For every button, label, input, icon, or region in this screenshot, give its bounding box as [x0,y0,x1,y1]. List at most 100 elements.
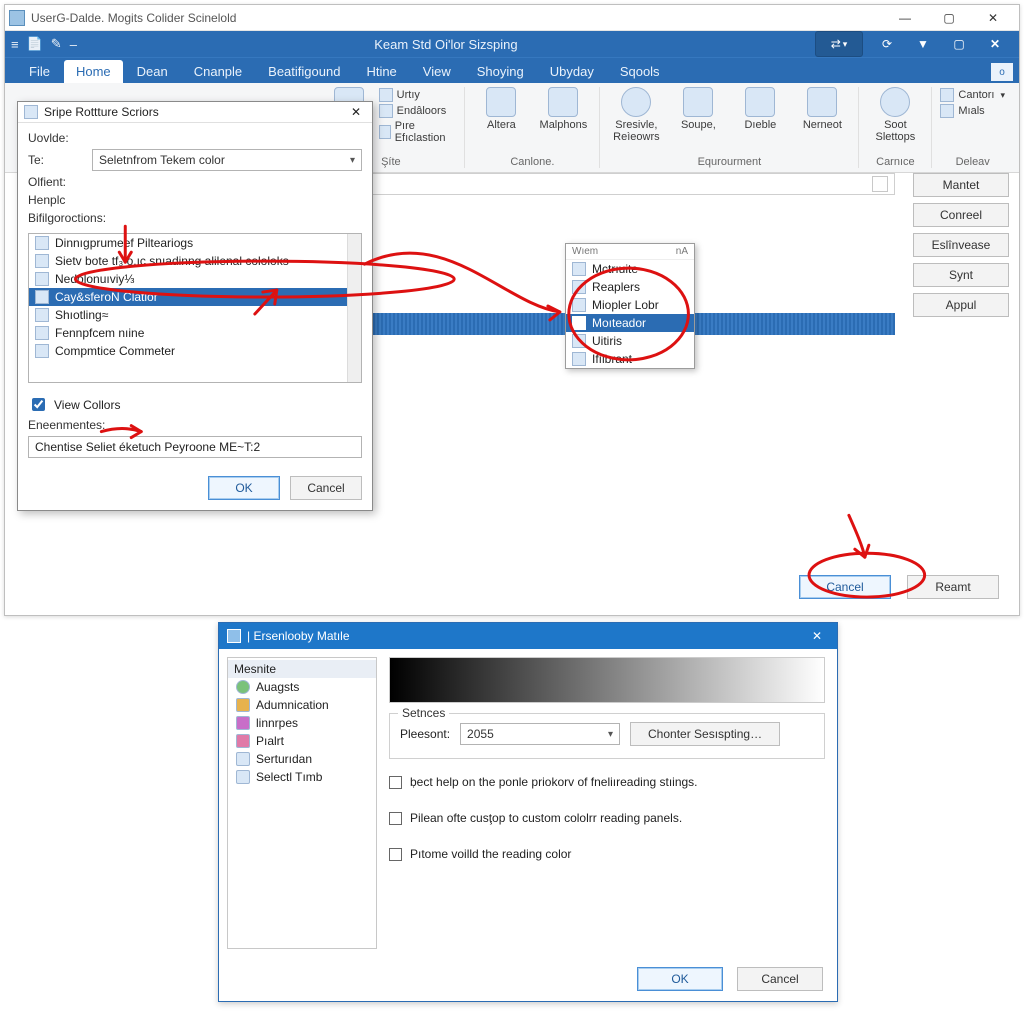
refresh-icon[interactable]: ⟳ [869,31,905,57]
scrollbar[interactable] [347,234,361,382]
ribbon-group-carnice: Soot Slettops Carnıce [859,87,932,168]
dialog-cancel-button[interactable]: Cancel [290,476,362,500]
qat-menu-icon[interactable]: ≡ [11,37,19,52]
tab-home[interactable]: Home [64,60,123,83]
options-list[interactable]: Dinnıgprumeef Pilteariogs Sietv bote tf₃… [28,233,362,383]
sidebar-item[interactable]: Pıalrt [228,732,376,750]
ribbon-item-deble[interactable]: Dıeble [732,87,788,131]
list-item: Sietv bote tf₃ o.ıc snıadinng alilenal c… [29,252,361,270]
restore-icon[interactable]: ▢ [941,31,977,57]
door-icon [379,104,393,118]
popup-item-selected[interactable]: Moıteador [566,314,694,332]
side-btn-synt[interactable]: Synt [913,263,1009,287]
label-bgroptions: Bifilgoroctions: [28,211,106,225]
theme-color-combo[interactable]: Seletnfrom Tekem color [92,149,362,171]
ribbon-item-soot[interactable]: Soot Slettops [867,87,923,143]
magnify-icon [880,87,910,117]
tab-ubyday[interactable]: Ubyday [538,60,606,83]
chart-icon [940,104,954,118]
tabs-right-badge[interactable]: o [991,63,1013,81]
tab-file[interactable]: File [17,60,62,83]
close-button[interactable]: ✕ [971,5,1015,31]
popup-item[interactable]: Miopler Lobr [566,296,694,314]
popup-item[interactable]: Ifılbrant [566,350,694,368]
sheet-icon [745,87,775,117]
bottom-buttons: Cancel Reamt [799,575,999,599]
dialog-ok-button[interactable]: OK [208,476,280,500]
sidebar-item[interactable]: Adumnication [228,696,376,714]
maximize-button[interactable]: ▢ [927,5,971,31]
settings-group: Setnces Pleesont: 2055 Chonter Sesısptin… [389,713,825,759]
doc-close-icon[interactable]: ✕ [977,31,1013,57]
check-help[interactable]: ḅect help on the ponle priokorv of fneli… [389,775,825,789]
tab-htine[interactable]: Htine [354,60,408,83]
chooser-button[interactable]: Chonter Sesıspting… [630,722,780,746]
dialog-close-icon[interactable]: ✕ [346,105,366,119]
popup-item[interactable]: Uitiris [566,332,694,350]
entry-input[interactable]: Chentise Seliet éketuch Peyroone ME~T:2 [28,436,362,458]
side-btn-conreel[interactable]: Conreel [913,203,1009,227]
view-colors-checkbox[interactable]: View Collors [28,395,362,414]
option-icon [35,308,49,322]
ribbon-mini-endloors[interactable]: Endâloors [379,104,457,118]
label-eneenmente: Eneenmentes: [28,418,105,432]
wand-icon [379,125,391,139]
tab-view[interactable]: View [411,60,463,83]
favorite-icon[interactable] [872,176,888,192]
checkbox-icon [389,812,402,825]
sidebar-item[interactable]: Serturıdan [228,750,376,768]
ribbon-group-deleav: Cantorı▾ Mıals Deleav [932,87,1013,168]
settings-cancel-button[interactable]: Cancel [737,967,823,991]
side-btn-appul[interactable]: Appul [913,293,1009,317]
pie-icon [621,87,651,117]
sidebar-item[interactable]: Selectl Tımb [228,768,376,786]
ribbon-item-malphons[interactable]: Malphons [535,87,591,131]
qat-edit-icon[interactable]: ✎ [51,36,62,52]
tab-dean[interactable]: Dean [125,60,180,83]
select-icon [236,770,250,784]
label-olfient: Olfient: [28,175,86,189]
layers-icon [236,716,250,730]
popup-item-icon [572,334,586,348]
popup-item-icon [572,280,586,294]
ribbon-mini-cantor[interactable]: Cantorı▾ [940,88,1005,102]
sidebar-item[interactable]: linnrpes [228,714,376,732]
sidebar-item[interactable]: Auagsts [228,678,376,696]
reamt-button[interactable]: Reamt [907,575,999,599]
side-btn-mantet[interactable]: Mantet [913,173,1009,197]
popup-item[interactable]: Mctrıuite [566,260,694,278]
ribbon-mini-efclastion[interactable]: Pıre Efıclastion [379,120,457,144]
ribbon-item-altera[interactable]: Altera [473,87,529,131]
qat-save-icon[interactable]: 📄 [27,36,43,52]
popup-item[interactable]: Reaplers [566,278,694,296]
folder-icon [236,698,250,712]
tab-background[interactable]: Beatifigound [256,60,352,83]
window-title: UserG-Dalde. Mogits Colider Scinelold [31,11,883,25]
tab-cnanple[interactable]: Cnanple [182,60,254,83]
settings-ok-button[interactable]: OK [637,967,723,991]
minimize-button[interactable]: — [883,5,927,31]
list-item: Compmtice Commeter [29,342,361,360]
popup-item-icon [572,298,586,312]
settings-close-icon[interactable]: ✕ [805,626,829,646]
check-custom-panels[interactable]: Pilean ofte cusţop to custom cololrr rea… [389,811,825,825]
tab-sqools[interactable]: Sqools [608,60,672,83]
check-reading-color[interactable]: Pıtome voilld the reading color [389,847,825,861]
checkbox-input[interactable] [32,398,45,411]
dialog-icon [24,105,38,119]
option-icon [35,272,49,286]
side-btn-eslinvease[interactable]: Eslînvease [913,233,1009,257]
category-icon [548,87,578,117]
ribbon-item-soupe[interactable]: Soupe, [670,87,726,131]
tab-shoying[interactable]: Shoying [465,60,536,83]
ribbon-mini-urty[interactable]: Urtıy [379,88,457,102]
chevron-down-icon[interactable]: ▼ [905,31,941,57]
cancel-button-main[interactable]: Cancel [799,575,891,599]
preset-combo[interactable]: 2055 [460,723,620,745]
share-button[interactable]: ⇄▾ [815,31,863,57]
ribbon-item-nerneot[interactable]: Nerneot [794,87,850,131]
swatch-icon [940,88,954,102]
ribbon-item-sresivle[interactable]: Sresivle, Reìeowrs [608,87,664,143]
ribbon-mini-mials[interactable]: Mıals [940,104,1005,118]
settings-sidebar: Mesnite Auagsts Adumnication linnrpes Pı… [227,657,377,949]
